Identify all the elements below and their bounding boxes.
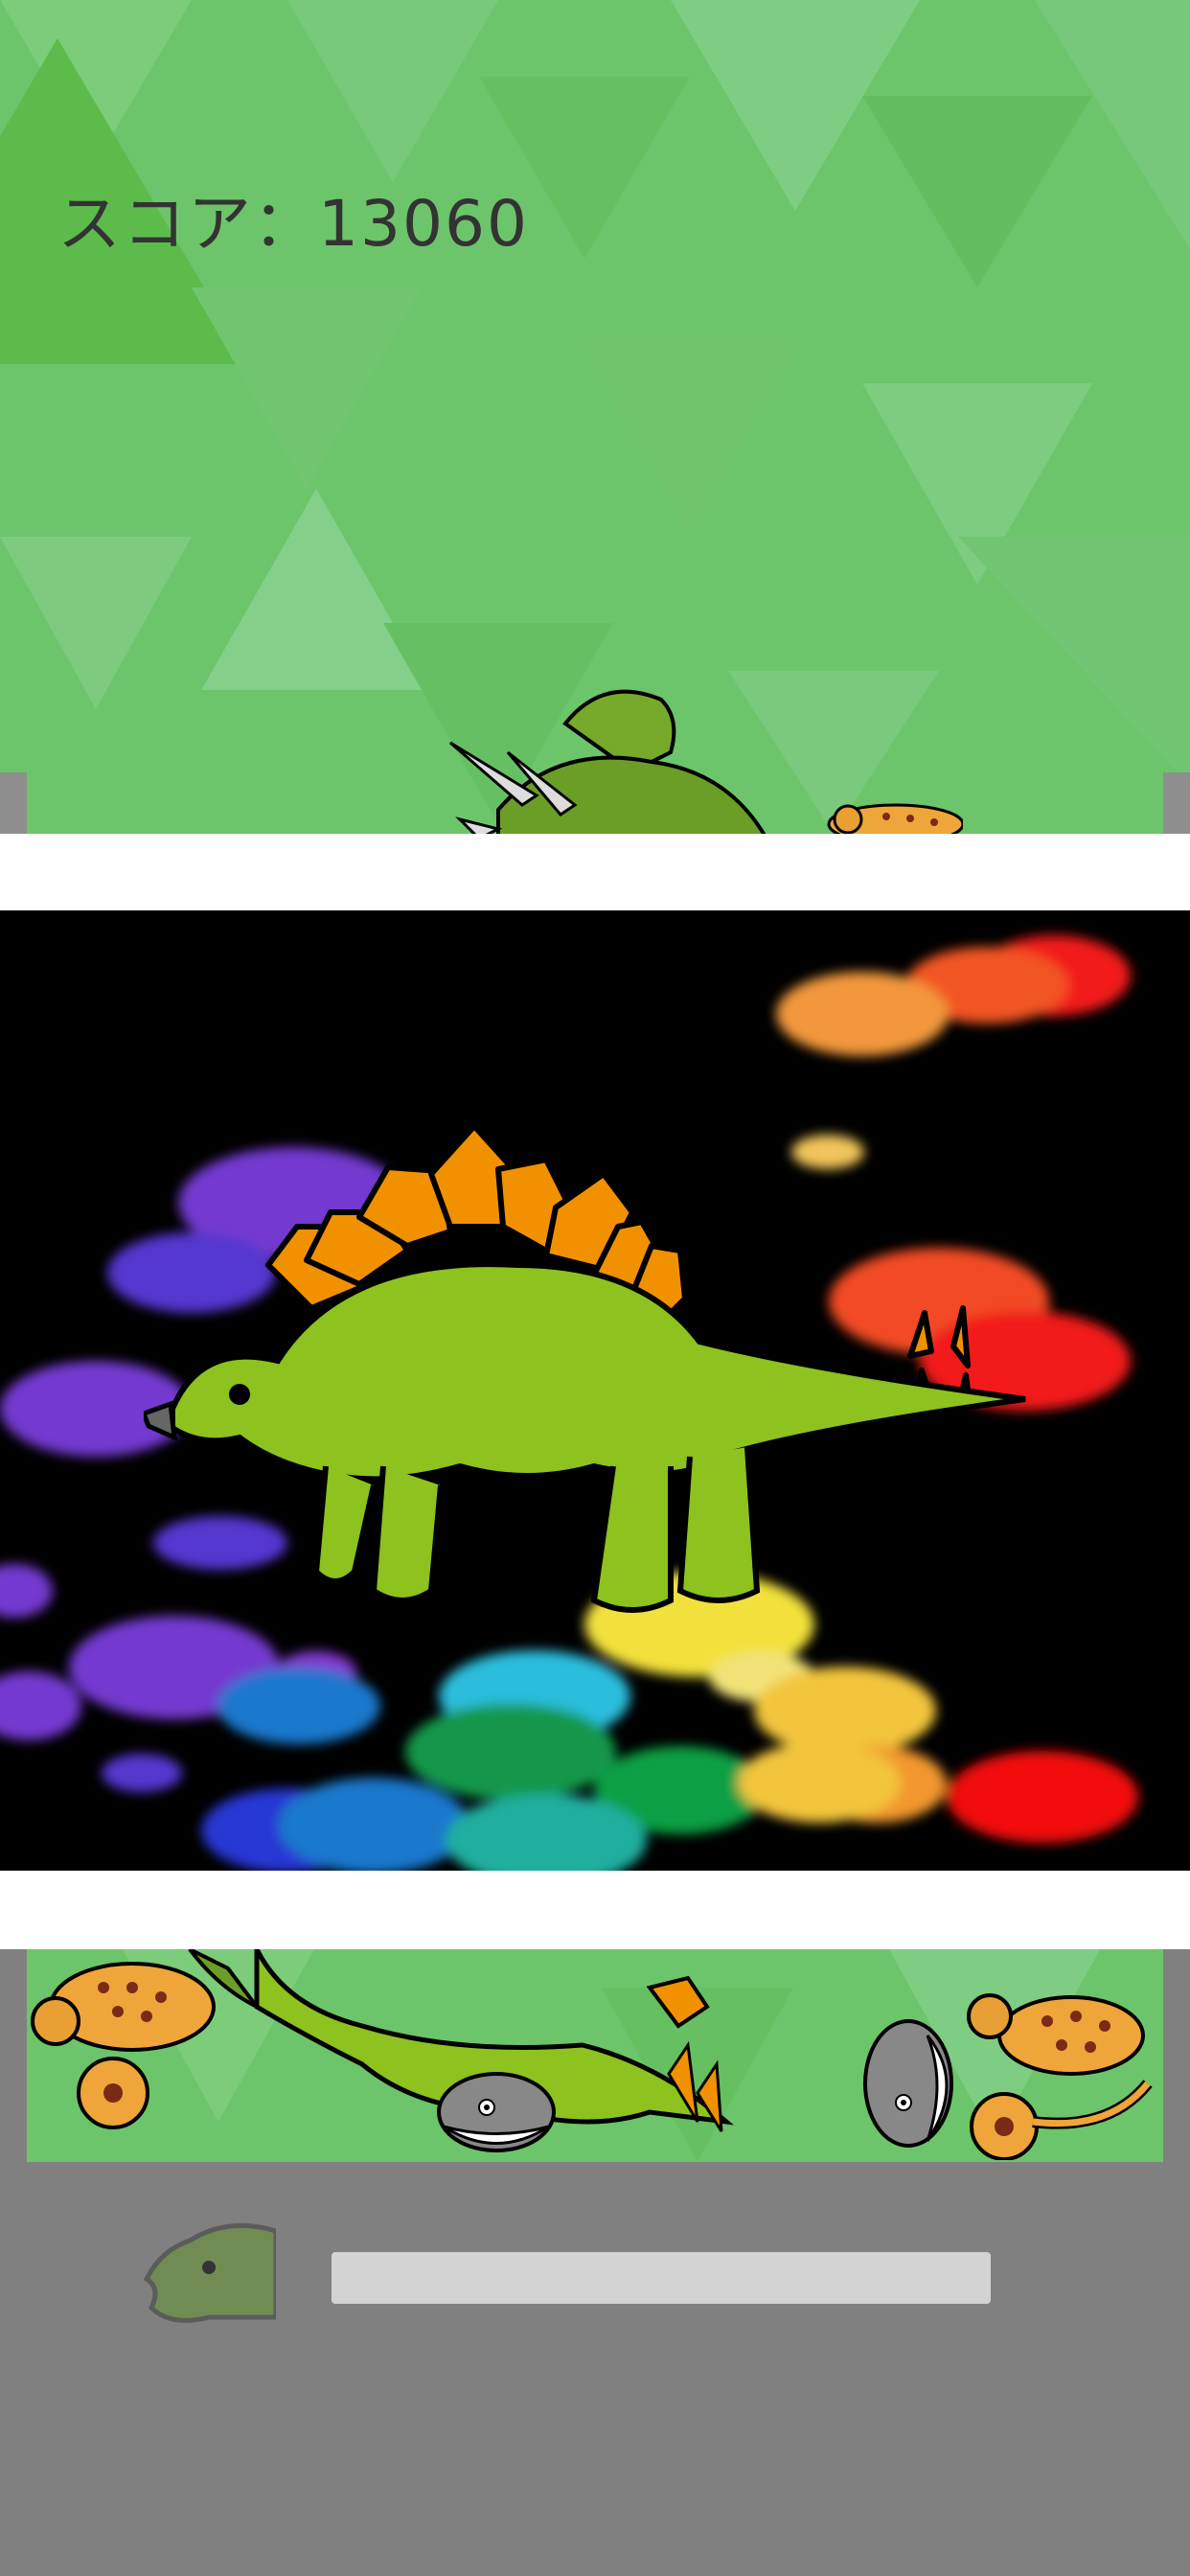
left-post xyxy=(0,772,27,834)
stegosaurus-icon xyxy=(254,1949,734,2132)
featured-dinosaur-panel xyxy=(0,910,1190,1871)
divider-band-bottom xyxy=(0,1871,1190,1949)
pufferfish-icon xyxy=(863,2019,953,2148)
game-scene-bottom xyxy=(27,1949,1163,2162)
game-scene-top: スコア：13060 xyxy=(0,0,1190,834)
divider-band-top xyxy=(0,834,1190,910)
stegosaurus-icon xyxy=(144,1123,1026,1613)
progress-bar xyxy=(332,2252,991,2304)
dinosaur-head-icon xyxy=(143,2222,276,2323)
pufferfish-icon xyxy=(437,2072,556,2152)
ankylosaurus-icon xyxy=(827,803,963,834)
score-label: スコア：13060 xyxy=(57,187,529,261)
ankylosaurus-icon xyxy=(967,1993,1153,2160)
triceratops-icon xyxy=(449,689,767,834)
right-post xyxy=(1163,772,1190,834)
